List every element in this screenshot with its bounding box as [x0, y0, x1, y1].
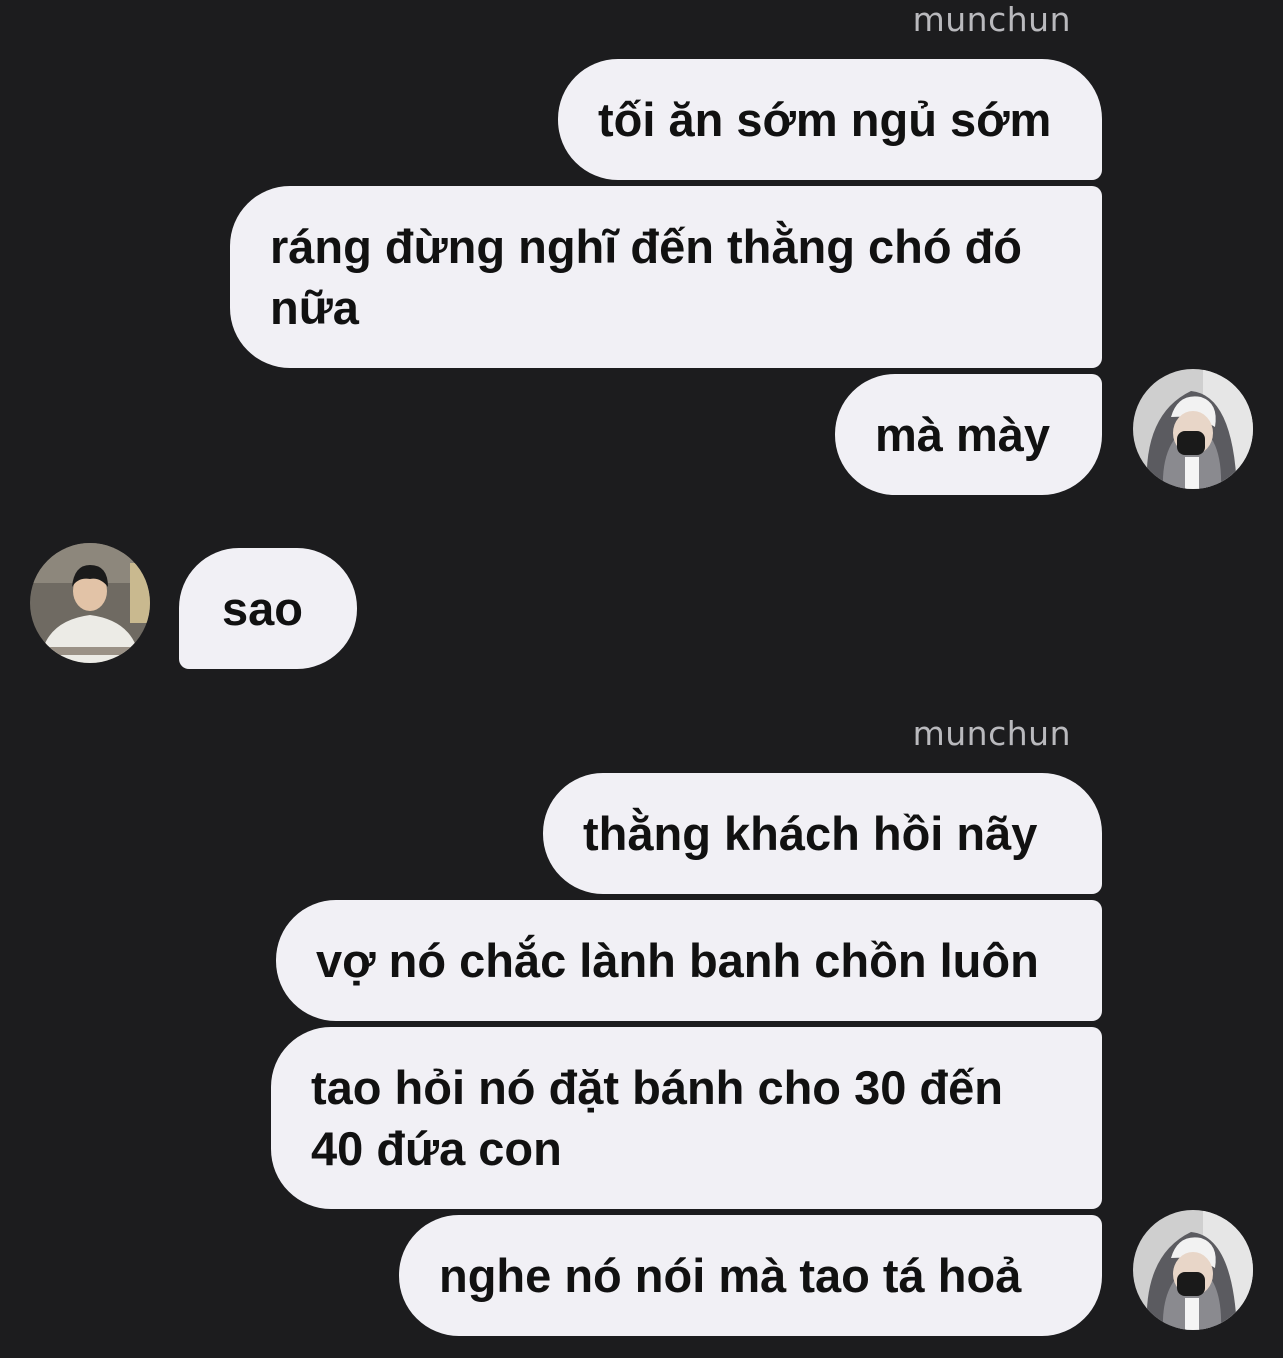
message-bubble[interactable]: tối ăn sớm ngủ sớm: [558, 59, 1102, 180]
sender-avatar[interactable]: [1133, 369, 1253, 489]
sender-avatar[interactable]: [1133, 1210, 1253, 1330]
message-bubble[interactable]: thằng khách hồi nãy: [543, 773, 1102, 894]
message-bubble[interactable]: tao hỏi nó đặt bánh cho 30 đến 40 đứa co…: [271, 1027, 1102, 1209]
message-bubble[interactable]: mà mày: [835, 374, 1102, 495]
message-bubble[interactable]: ráng đừng nghĩ đến thằng chó đó nữa: [230, 186, 1102, 368]
message-bubble[interactable]: nghe nó nói mà tao tá hoả: [399, 1215, 1102, 1336]
sender-name: munchun: [912, 714, 1071, 753]
avatar-hooded-person-icon: [1133, 369, 1253, 489]
message-bubble[interactable]: sao: [179, 548, 357, 669]
message-bubble[interactable]: vợ nó chắc lành banh chồn luôn: [276, 900, 1102, 1021]
avatar-hooded-person-icon: [1133, 1210, 1253, 1330]
contact-avatar[interactable]: [30, 543, 150, 663]
avatar-person-white-tshirt-icon: [30, 543, 150, 663]
sender-name: munchun: [912, 0, 1071, 39]
